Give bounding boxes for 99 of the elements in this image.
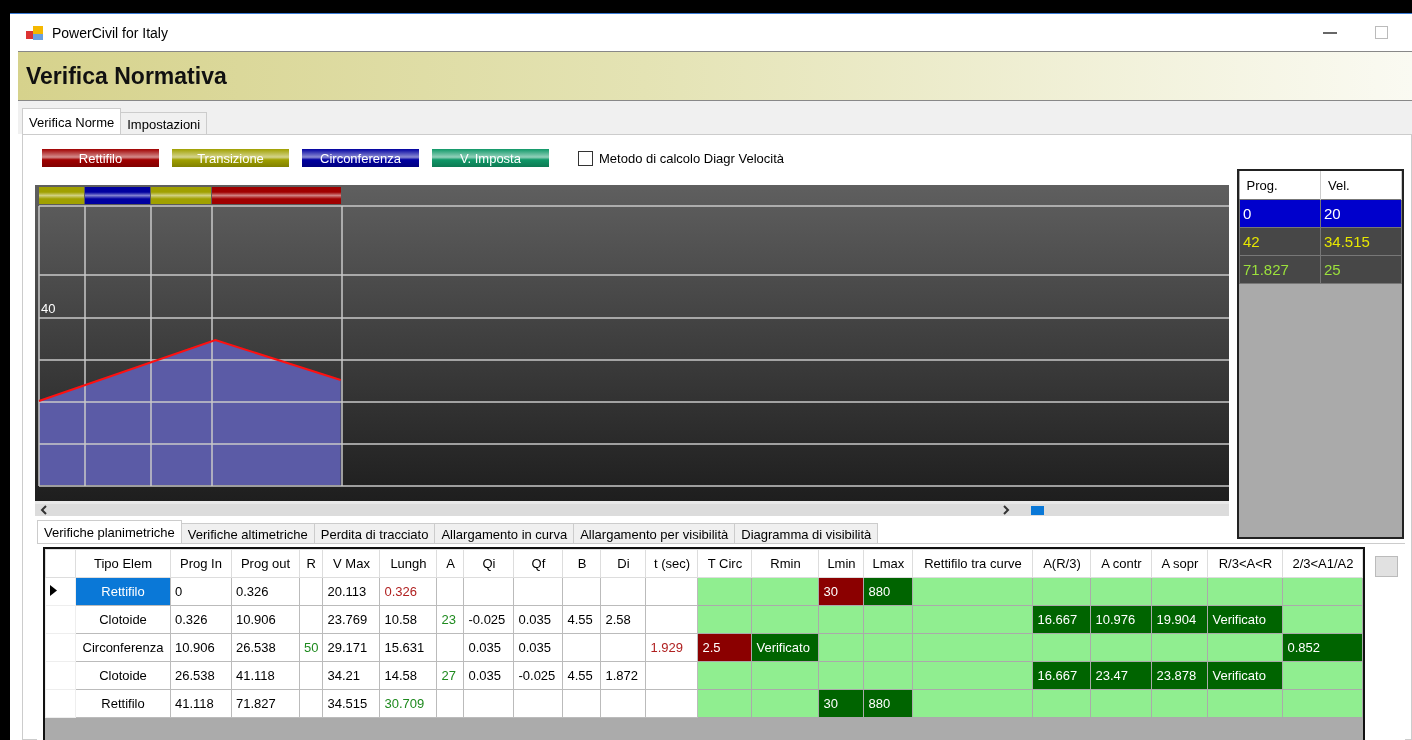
app-icon bbox=[26, 24, 44, 41]
table-cell: 2.58 bbox=[600, 605, 646, 634]
table-cell[interactable]: 20 bbox=[1320, 199, 1402, 228]
table-cell: 10.58 bbox=[379, 605, 437, 634]
tab[interactable]: Verifiche altimetriche bbox=[180, 523, 315, 543]
table-cell: 14.58 bbox=[379, 661, 437, 690]
scroll-thumb[interactable] bbox=[1031, 505, 1044, 515]
table-cell: 0.852 bbox=[1282, 633, 1363, 662]
table-cell: 1.929 bbox=[645, 633, 698, 662]
table-cell: -0.025 bbox=[463, 605, 514, 634]
scroll-right-icon[interactable] bbox=[1001, 505, 1011, 515]
column-header: T Circ bbox=[697, 549, 752, 578]
tab[interactable]: Verifiche planimetriche bbox=[37, 520, 182, 543]
table-cell: Clotoide bbox=[75, 605, 171, 634]
table-cell: Circonferenza bbox=[75, 633, 171, 662]
column-header: Prog out bbox=[231, 549, 300, 578]
table-cell: 4.55 bbox=[562, 661, 601, 690]
table-cell: 0.035 bbox=[513, 633, 563, 662]
table-cell: 0 bbox=[170, 577, 232, 606]
table-cell: Clotoide bbox=[75, 661, 171, 690]
column-header: Prog. bbox=[1239, 171, 1321, 200]
scroll-left-icon[interactable] bbox=[39, 505, 49, 515]
table-cell: 50 bbox=[299, 633, 323, 662]
page-header: Verifica Normativa bbox=[18, 51, 1412, 101]
column-header: Qi bbox=[463, 549, 514, 578]
table-cell: 10.906 bbox=[231, 605, 300, 634]
column-header: Lungh bbox=[379, 549, 437, 578]
table-cell: 19.904 bbox=[1151, 605, 1208, 634]
table-cell: 23.47 bbox=[1090, 661, 1152, 690]
table-cell[interactable]: 34.515 bbox=[1320, 227, 1402, 256]
table-cell: 10.906 bbox=[170, 633, 232, 662]
tab[interactable]: Allargamento per visibilità bbox=[573, 523, 736, 543]
legend-button[interactable]: Circonferenza bbox=[302, 149, 419, 167]
window-title: PowerCivil for Italy bbox=[52, 24, 169, 41]
table-cell: Verificato bbox=[751, 633, 819, 662]
table-cell: 23 bbox=[436, 605, 464, 634]
table-cell: 0.326 bbox=[231, 577, 300, 606]
column-header: B bbox=[562, 549, 601, 578]
tab[interactable]: Allargamento in curva bbox=[434, 523, 575, 543]
column-header: 2/3<A1/A2 bbox=[1282, 549, 1363, 578]
scrollbar[interactable] bbox=[35, 504, 1229, 516]
table-cell: 16.667 bbox=[1032, 661, 1091, 690]
axis-label: 40 bbox=[41, 301, 56, 316]
table-cell: Verificato bbox=[1207, 605, 1283, 634]
table-cell[interactable]: 42 bbox=[1239, 227, 1321, 256]
table-cell[interactable]: 25 bbox=[1320, 255, 1402, 284]
column-header: Qf bbox=[513, 549, 563, 578]
table-cell: 71.827 bbox=[231, 689, 300, 718]
checkbox-label: Metodo di calcolo Diagr Velocità bbox=[599, 150, 784, 166]
table-cell: Rettifilo bbox=[75, 689, 171, 718]
column-header: Lmin bbox=[818, 549, 864, 578]
column-header: A contr bbox=[1090, 549, 1152, 578]
table-cell: Rettifilo bbox=[75, 577, 171, 606]
tab[interactable]: Diagramma di visibilità bbox=[734, 523, 879, 543]
table-cell: 20.113 bbox=[322, 577, 380, 606]
column-header: R/3<A<R bbox=[1207, 549, 1283, 578]
table-cell: -0.025 bbox=[513, 661, 563, 690]
table-cell: 34.21 bbox=[322, 661, 380, 690]
column-header: t (sec) bbox=[645, 549, 698, 578]
tab[interactable]: Verifica Norme bbox=[22, 108, 122, 134]
table-cell: 0.035 bbox=[463, 661, 514, 690]
table-cell: 4.55 bbox=[562, 605, 601, 634]
column-header: Tipo Elem bbox=[75, 549, 171, 578]
column-header: R bbox=[299, 549, 323, 578]
column-header: A bbox=[436, 549, 464, 578]
table-cell: 26.538 bbox=[170, 661, 232, 690]
table-cell: 30.709 bbox=[379, 689, 437, 718]
table-cell: 0.035 bbox=[513, 605, 563, 634]
column-header: A(R/3) bbox=[1032, 549, 1091, 578]
table-cell: 10.976 bbox=[1090, 605, 1152, 634]
table-cell: 0.326 bbox=[170, 605, 232, 634]
table-cell: 23.878 bbox=[1151, 661, 1208, 690]
table-cell: 16.667 bbox=[1032, 605, 1091, 634]
column-header: Vel. bbox=[1320, 171, 1402, 200]
checkbox[interactable] bbox=[578, 150, 593, 166]
table-cell[interactable]: 0 bbox=[1239, 199, 1321, 228]
column-header: V Max bbox=[322, 549, 380, 578]
legend-button[interactable]: Rettifilo bbox=[42, 149, 159, 167]
tab[interactable]: Impostazioni bbox=[120, 112, 208, 134]
table-cell: 27 bbox=[436, 661, 464, 690]
table-cell: 1.872 bbox=[600, 661, 646, 690]
table-cell: 0.326 bbox=[379, 577, 437, 606]
table-cell: 26.538 bbox=[231, 633, 300, 662]
table-cell[interactable]: 71.827 bbox=[1239, 255, 1321, 284]
table-cell: 34.515 bbox=[322, 689, 380, 718]
table-cell: 41.118 bbox=[170, 689, 232, 718]
table-cell: 0.035 bbox=[463, 633, 514, 662]
column-header: Prog In bbox=[170, 549, 232, 578]
column-header: Rmin bbox=[751, 549, 819, 578]
column-header: Rettifilo tra curve bbox=[912, 549, 1033, 578]
table-cell: 15.631 bbox=[379, 633, 437, 662]
table-cell: 23.769 bbox=[322, 605, 380, 634]
column-header: A sopr bbox=[1151, 549, 1208, 578]
table-cell: 41.118 bbox=[231, 661, 300, 690]
column-header: Di bbox=[600, 549, 646, 578]
table-cell: Verificato bbox=[1207, 661, 1283, 690]
table-cell: 29.171 bbox=[322, 633, 380, 662]
tab[interactable]: Perdita di tracciato bbox=[313, 523, 436, 543]
column-header: Lmax bbox=[863, 549, 913, 578]
